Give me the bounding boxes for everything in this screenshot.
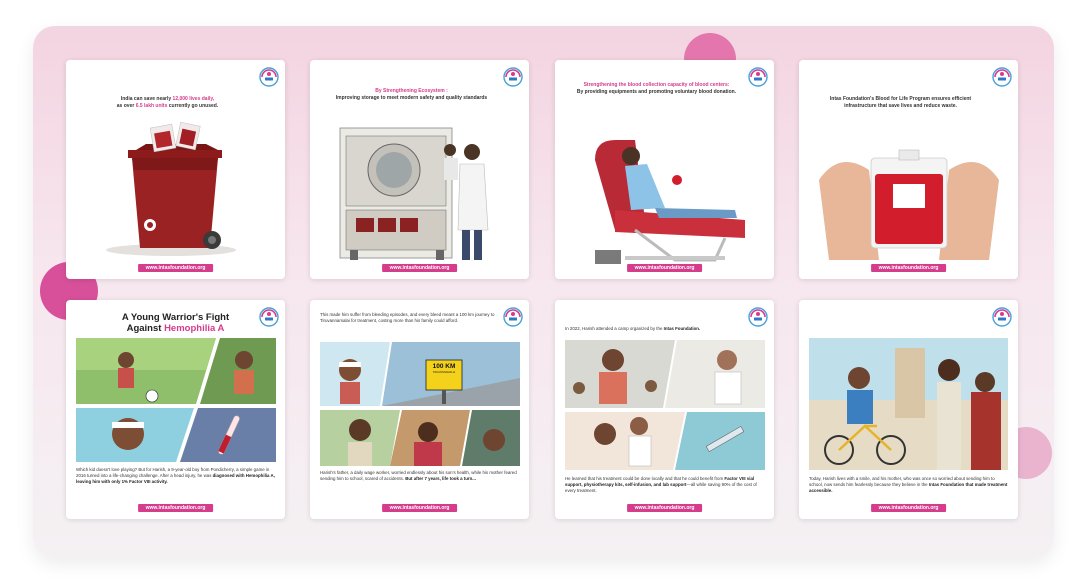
journey-comic-panels <box>320 342 520 466</box>
website-link[interactable]: www.intasfoundation.org <box>381 504 458 512</box>
website-link[interactable]: www.intasfoundation.org <box>381 264 458 272</box>
website-link[interactable]: www.intasfoundation.org <box>626 264 703 272</box>
story-text: He learned that his treatment could be d… <box>565 476 757 493</box>
hemophilia-comic-panels <box>76 338 276 462</box>
story-text: Harish's father, a daily wage worker, wo… <box>320 470 517 481</box>
card-wasted-blood[interactable]: India can save nearly 12,000 lives daily… <box>66 60 285 279</box>
website-link[interactable]: www.intasfoundation.org <box>626 504 703 512</box>
card-young-warrior[interactable]: A Young Warrior's Fight Against Hemophil… <box>66 300 285 519</box>
card-long-journey[interactable]: This made him suffer from bleeding episo… <box>310 300 529 519</box>
card-blood-for-life[interactable]: Intas Foundation's Blood for Life Progra… <box>799 60 1018 279</box>
website-link[interactable]: www.intasfoundation.org <box>870 264 947 272</box>
website-link[interactable]: www.intasfoundation.org <box>870 504 947 512</box>
website-link[interactable]: www.intasfoundation.org <box>137 264 214 272</box>
card-today-harish[interactable]: Today, Harish lives with a smile, and hi… <box>799 300 1018 519</box>
story-text: Today, Harish lives with a smile, and hi… <box>809 476 1008 493</box>
card-blood-collection[interactable]: Strengthening the blood collection capac… <box>555 60 774 279</box>
biohazard-bin-illustration <box>106 121 236 256</box>
hands-blood-bag-illustration <box>819 149 999 260</box>
website-link[interactable]: www.intasfoundation.org <box>137 504 214 512</box>
story-text: Which kid doesn't love playing? But for … <box>76 467 275 484</box>
card-intas-camp[interactable]: In 2022, Harish attended a camp organize… <box>555 300 774 519</box>
lab-equipment-illustration <box>339 127 489 260</box>
distance-sign: 100 KM TIRUVANNAMALAI <box>432 363 456 374</box>
card-storage-ecosystem[interactable]: By Strengthening Ecosystem : Improving s… <box>310 60 529 279</box>
blood-donation-chair-illustration <box>595 140 745 264</box>
